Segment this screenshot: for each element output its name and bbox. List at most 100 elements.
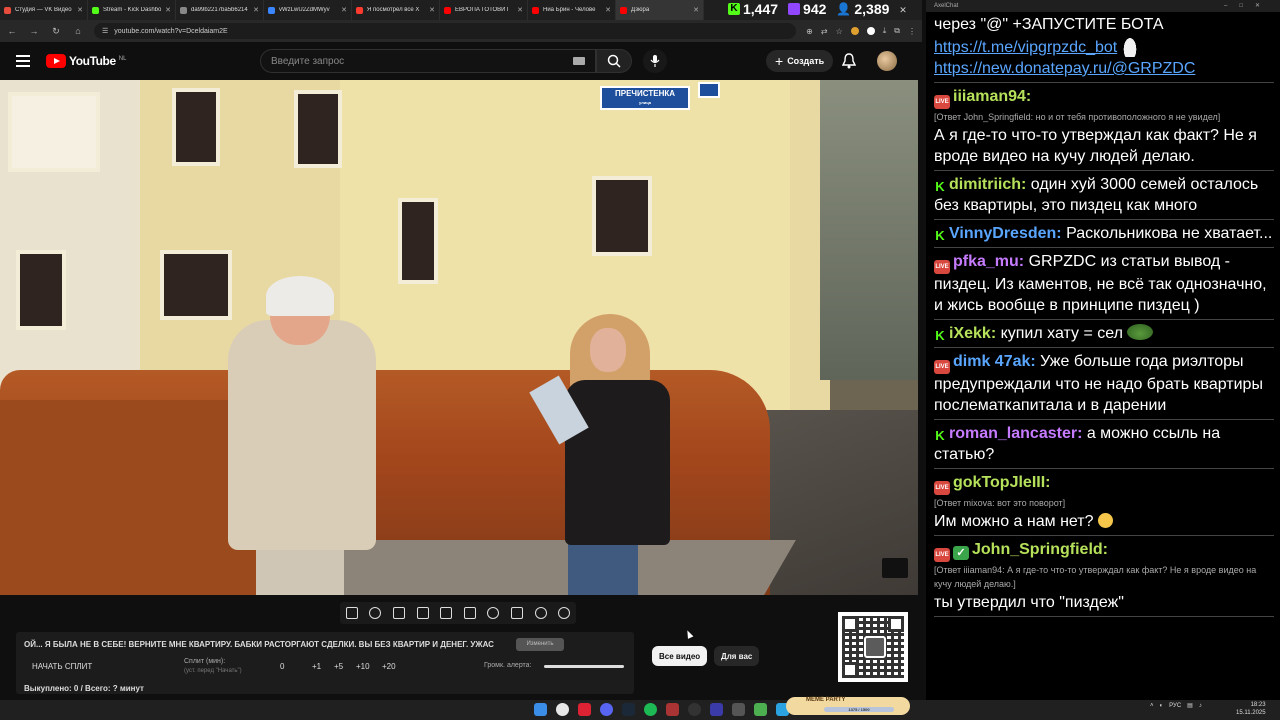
voice-search-button[interactable] bbox=[643, 49, 667, 73]
site-info-icon[interactable]: ☰ bbox=[102, 27, 108, 35]
search-input[interactable]: Введите запрос bbox=[260, 49, 596, 73]
bell-icon bbox=[841, 53, 857, 69]
zoom-icon[interactable]: ⊕ bbox=[806, 27, 813, 36]
cinema-icon[interactable] bbox=[416, 607, 429, 619]
video-frame-window bbox=[16, 250, 66, 330]
youtube-logo[interactable]: YouTube NL bbox=[46, 54, 126, 68]
extension-icon[interactable] bbox=[866, 27, 875, 35]
chat-username[interactable]: dimk 47ak: bbox=[953, 353, 1036, 370]
network-icon[interactable]: ▤ bbox=[1187, 702, 1193, 709]
menu-icon[interactable]: ⋮ bbox=[908, 27, 916, 36]
settings-gear-icon[interactable] bbox=[558, 607, 571, 619]
app-icon[interactable] bbox=[578, 703, 591, 716]
back-icon[interactable]: ← bbox=[6, 26, 18, 36]
split-value-button[interactable]: +20 bbox=[382, 662, 396, 671]
tab-favicon-icon bbox=[180, 6, 187, 14]
alert-edit-button[interactable]: Изменить bbox=[516, 638, 564, 651]
extensions-icon[interactable]: ⧉ bbox=[894, 26, 900, 36]
chat-username[interactable]: iXekk: bbox=[949, 325, 996, 342]
app-icon[interactable] bbox=[666, 703, 679, 716]
volume-icon[interactable]: ♪ bbox=[1199, 703, 1202, 709]
bookmark-icon[interactable]: ☆ bbox=[836, 27, 843, 36]
notifications-button[interactable] bbox=[841, 53, 857, 74]
close-window-icon[interactable]: ✕ bbox=[899, 5, 907, 16]
steam-icon[interactable] bbox=[622, 703, 635, 716]
qr-code bbox=[838, 612, 908, 682]
system-clock[interactable]: 18:23 15.11.2025 bbox=[1236, 701, 1266, 717]
reload-icon[interactable]: ↻ bbox=[50, 26, 62, 37]
menu-icon[interactable] bbox=[16, 55, 30, 67]
chrome-icon[interactable] bbox=[556, 703, 569, 716]
chip-for-you[interactable]: Для вас bbox=[714, 646, 760, 666]
app-icon[interactable] bbox=[754, 703, 767, 716]
speaker-icon[interactable]: ◐ bbox=[1160, 703, 1164, 709]
chip-all-videos[interactable]: Все видео bbox=[652, 646, 708, 666]
browser-tab[interactable]: Ниа Брин - Челове ✕ bbox=[528, 0, 616, 20]
chat-message-text: А я где-то что-то утверждал как факт? Не… bbox=[934, 127, 1257, 165]
split-value-button[interactable]: +5 bbox=[334, 662, 343, 671]
app-icon[interactable] bbox=[710, 703, 723, 716]
obs-icon[interactable] bbox=[688, 703, 701, 716]
chat-username[interactable]: iiiaman94: bbox=[953, 88, 1031, 105]
extension-icon[interactable] bbox=[850, 27, 859, 35]
bot-link[interactable]: https://t.me/vipgrpzdc_bot bbox=[934, 39, 1117, 56]
chat-username[interactable]: VinnyDresden: bbox=[949, 225, 1062, 242]
split-value-button[interactable]: +10 bbox=[356, 662, 370, 671]
start-split-button[interactable]: НАЧАТЬ СПЛИТ bbox=[32, 662, 92, 671]
browser-tab[interactable]: vWzLwU2ZdMWyv ✕ bbox=[264, 0, 352, 20]
chat-username[interactable]: roman_lancaster: bbox=[949, 425, 1082, 442]
discord-icon[interactable] bbox=[600, 703, 613, 716]
subtitles-icon[interactable] bbox=[392, 607, 405, 619]
home-icon[interactable]: ⌂ bbox=[72, 26, 84, 36]
chat-username[interactable]: dimitriich: bbox=[949, 176, 1026, 193]
browser-tab[interactable]: Я посмотрел все Х ✕ bbox=[352, 0, 440, 20]
browser-tab[interactable]: ЕВРОПА ГОТОВИТ ✕ bbox=[440, 0, 528, 20]
qr-corner bbox=[842, 616, 858, 632]
downloads-icon[interactable]: ⤓ bbox=[883, 26, 887, 36]
language-indicator[interactable]: РУС bbox=[1169, 703, 1181, 709]
browser-tab[interactable]: Дзюра ✕ bbox=[616, 0, 704, 20]
tab-favicon-icon bbox=[620, 6, 627, 14]
audio-icon[interactable] bbox=[369, 607, 382, 619]
windows-start-icon[interactable] bbox=[534, 703, 547, 716]
close-tab-icon[interactable]: ✕ bbox=[341, 6, 347, 14]
chat-username[interactable]: gokTopJleIII: bbox=[953, 474, 1050, 491]
qr-corner bbox=[842, 662, 858, 678]
browser-tab[interactable]: Stream - Kick Dashboard✕ bbox=[88, 0, 176, 20]
screenshot-icon[interactable] bbox=[534, 607, 547, 619]
channel-watermark[interactable] bbox=[882, 558, 908, 578]
picture-in-picture-icon[interactable] bbox=[440, 607, 453, 619]
translate-icon[interactable]: ⇄ bbox=[821, 27, 828, 36]
search-button[interactable] bbox=[596, 49, 632, 73]
close-tab-icon[interactable]: ✕ bbox=[429, 6, 435, 14]
loop-icon[interactable] bbox=[345, 607, 358, 619]
browser-tab[interactable]: Студия — VK Видео ✕ bbox=[0, 0, 88, 20]
close-tab-icon[interactable]: ✕ bbox=[165, 6, 171, 14]
add-icon[interactable] bbox=[510, 607, 523, 619]
chat-username[interactable]: pfka_mu: bbox=[953, 253, 1024, 270]
chat-message: LIVE pfka_mu: GRPZDC из статьи вывод - пи… bbox=[934, 251, 1274, 316]
chat-username[interactable]: John_Springfield: bbox=[972, 541, 1108, 558]
create-button[interactable]: + Создать bbox=[766, 50, 834, 72]
browser-tab[interactable]: da99b2217ba5b6214 ✕ bbox=[176, 0, 264, 20]
forward-icon[interactable]: → bbox=[28, 26, 40, 36]
avatar[interactable] bbox=[877, 51, 897, 71]
app-icon[interactable] bbox=[732, 703, 745, 716]
fullscreen-icon[interactable] bbox=[463, 607, 476, 619]
close-tab-icon[interactable]: ✕ bbox=[605, 6, 611, 14]
close-tab-icon[interactable]: ✕ bbox=[517, 6, 523, 14]
close-tab-icon[interactable]: ✕ bbox=[693, 6, 699, 14]
alert-volume-slider[interactable] bbox=[544, 665, 624, 668]
chevron-up-icon[interactable]: ˄ bbox=[1150, 703, 1154, 709]
close-tab-icon[interactable]: ✕ bbox=[77, 6, 83, 14]
close-tab-icon[interactable]: ✕ bbox=[253, 6, 259, 14]
spotify-icon[interactable] bbox=[644, 703, 657, 716]
split-value-button[interactable]: 0 bbox=[280, 662, 284, 671]
speed-icon[interactable] bbox=[487, 607, 500, 619]
url-field[interactable]: ☰ youtube.com/watch?v=Dceldaiam2E bbox=[94, 23, 797, 39]
split-value-button[interactable]: +1 bbox=[312, 662, 321, 671]
keyboard-icon[interactable] bbox=[573, 57, 585, 65]
donate-link[interactable]: https://new.donatepay.ru/@GRPZDC bbox=[934, 60, 1195, 77]
chat-window-controls[interactable]: –□✕ bbox=[1224, 0, 1272, 12]
video-player[interactable]: ПРЕЧИСТЕНКА улица bbox=[0, 80, 918, 595]
